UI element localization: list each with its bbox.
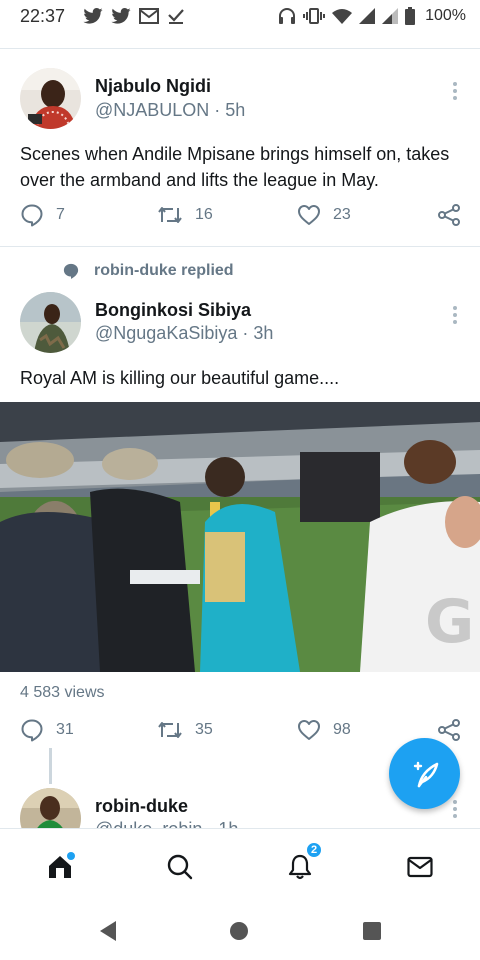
bottom-navigation: 2: [0, 828, 480, 900]
system-recents-button[interactable]: [362, 921, 382, 946]
more-options-icon[interactable]: [452, 82, 458, 100]
signal-icon: [359, 8, 376, 24]
wifi-icon: [332, 9, 353, 24]
twitter-icon: [83, 8, 103, 24]
retweet-icon: [158, 207, 182, 223]
author-name[interactable]: robin-duke: [95, 796, 188, 817]
video-frame: G: [0, 402, 480, 672]
share-icon: [438, 719, 460, 741]
battery-icon: [405, 7, 416, 25]
like-count: 23: [333, 206, 351, 223]
search-icon: [167, 854, 193, 880]
system-home-button[interactable]: [229, 921, 249, 946]
nav-messages[interactable]: [400, 847, 440, 887]
retweet-icon: [158, 722, 182, 738]
vibrate-icon: [303, 8, 326, 24]
status-time: 22:37: [20, 5, 66, 26]
system-navigation-bar: [0, 900, 480, 960]
avatar[interactable]: [20, 292, 81, 353]
heart-icon: [298, 720, 320, 740]
signal-icon: [382, 8, 399, 24]
nav-search[interactable]: [160, 847, 200, 887]
tweet-video[interactable]: G: [0, 402, 480, 672]
download-done-icon: [168, 9, 184, 24]
nav-home[interactable]: [40, 847, 80, 887]
retweet-button[interactable]: 35: [157, 718, 213, 742]
gmail-icon: [139, 8, 160, 24]
notifications-count-badge: 2: [305, 841, 323, 859]
thread-connector: [49, 748, 52, 784]
author-handle-time: @NgugaKaSibiya · 3h: [95, 323, 274, 343]
reply-count: 7: [56, 206, 65, 223]
svg-text:G: G: [425, 587, 474, 657]
avatar[interactable]: [20, 68, 81, 129]
reply-icon: [21, 719, 43, 742]
video-views: 4 583 views: [20, 684, 105, 701]
back-triangle-icon: [100, 921, 116, 941]
nav-notifications[interactable]: 2: [280, 841, 323, 887]
replied-context-text: robin-duke replied: [94, 262, 234, 279]
more-options-icon[interactable]: [452, 306, 458, 324]
compose-feather-icon: [413, 761, 438, 787]
tweet-actions: 7 16 23: [0, 203, 480, 233]
share-button[interactable]: [437, 203, 461, 227]
like-count: 98: [333, 721, 351, 738]
like-button[interactable]: 23: [297, 203, 351, 227]
reply-icon: [21, 204, 43, 227]
reply-count: 31: [56, 721, 74, 738]
tweet-text: Royal AM is killing our beautiful game..…: [20, 368, 340, 388]
heart-icon: [298, 205, 320, 225]
recents-square-icon: [363, 922, 381, 940]
author-handle-time: @NJABULON · 5h: [95, 100, 246, 120]
battery-percentage: 100%: [425, 7, 466, 24]
reply-button[interactable]: 31: [20, 718, 74, 742]
messages-icon: [407, 856, 433, 878]
reply-button[interactable]: 7: [20, 203, 65, 227]
compose-tweet-button[interactable]: [389, 738, 460, 809]
headset-icon: [279, 8, 296, 24]
tweet-text: Scenes when Andile Mpisane brings himsel…: [20, 144, 450, 190]
share-icon: [438, 204, 460, 226]
replied-context: robin-duke replied: [62, 262, 234, 280]
retweet-count: 35: [195, 721, 213, 738]
retweet-count: 16: [195, 206, 213, 223]
tweet-divider: [0, 246, 480, 247]
author-name[interactable]: Njabulo Ngidi: [95, 76, 211, 97]
status-bar: 22:37 100%: [0, 0, 480, 32]
retweet-button[interactable]: 16: [157, 203, 213, 227]
reply-context-icon: [63, 263, 79, 279]
share-button[interactable]: [437, 718, 461, 742]
home-new-indicator: [67, 852, 75, 860]
twitter-icon: [111, 8, 131, 24]
system-back-button[interactable]: [98, 920, 118, 947]
more-options-icon[interactable]: [452, 800, 458, 818]
header-divider: [0, 48, 480, 49]
like-button[interactable]: 98: [297, 718, 351, 742]
author-name[interactable]: Bonginkosi Sibiya: [95, 300, 251, 321]
home-circle-icon: [230, 922, 248, 940]
